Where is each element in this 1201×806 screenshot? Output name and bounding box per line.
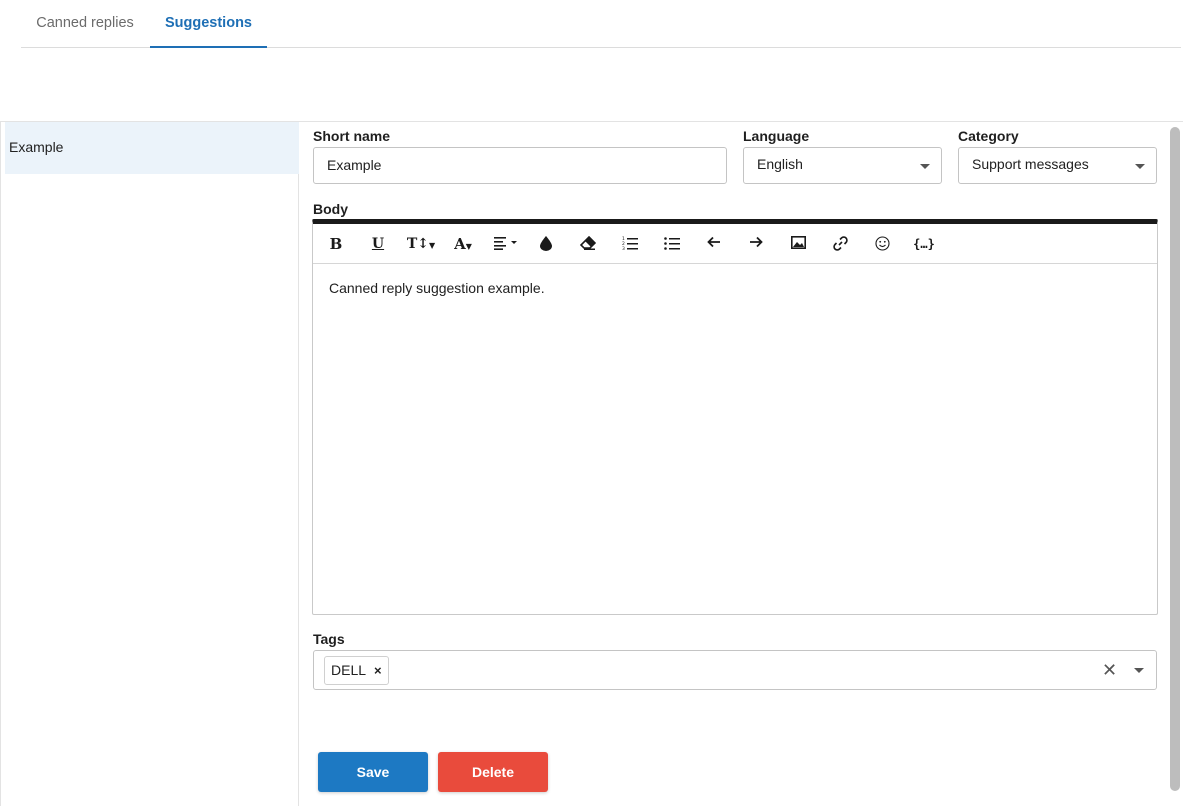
eraser-icon[interactable] — [579, 233, 597, 255]
rich-text-editor[interactable]: B U T↕▼ A▼ 123 {…} Canned reply suggesti… — [312, 219, 1158, 615]
editor-toolbar: B U T↕▼ A▼ 123 {…} — [313, 224, 1157, 264]
tab-bar: Canned replies Suggestions — [21, 0, 1181, 48]
language-value: English — [757, 156, 803, 172]
category-select[interactable]: Support messages — [958, 147, 1157, 184]
tab-canned-replies[interactable]: Canned replies — [21, 0, 149, 47]
tag-chip-label: DELL — [331, 662, 367, 678]
font-size-icon[interactable]: T↕▼ — [406, 233, 436, 255]
language-select[interactable]: English — [743, 147, 942, 184]
link-icon[interactable] — [831, 233, 849, 255]
tags-label: Tags — [313, 631, 345, 647]
language-label: Language — [743, 128, 810, 144]
chevron-down-icon[interactable] — [1134, 668, 1144, 673]
image-icon[interactable] — [789, 233, 807, 255]
bold-icon[interactable]: B — [327, 233, 345, 255]
font-color-icon[interactable]: A▼ — [450, 233, 476, 255]
category-value: Support messages — [972, 156, 1089, 172]
align-icon[interactable] — [493, 233, 521, 255]
remove-tag-icon[interactable]: × — [374, 663, 382, 678]
short-name-label: Short name — [313, 128, 391, 144]
ordered-list-icon[interactable]: 123 — [621, 233, 639, 255]
clear-icon[interactable]: ✕ — [1102, 660, 1117, 681]
svg-text:3: 3 — [622, 246, 625, 250]
delete-button[interactable]: Delete — [438, 752, 548, 792]
save-button[interactable]: Save — [318, 752, 428, 792]
chevron-down-icon — [920, 164, 930, 169]
scrollbar[interactable] — [1170, 127, 1180, 791]
redo-icon[interactable] — [747, 233, 765, 255]
short-name-input[interactable]: Example — [313, 147, 727, 184]
editor-body-text[interactable]: Canned reply suggestion example. — [329, 280, 545, 296]
unordered-list-icon[interactable] — [663, 233, 681, 255]
chevron-down-icon — [1135, 164, 1145, 169]
body-label: Body — [313, 201, 348, 217]
suggestion-list: Example — [1, 122, 299, 806]
tag-chip: DELL × — [324, 656, 389, 685]
list-item[interactable]: Example — [5, 122, 299, 174]
tags-input[interactable]: DELL × ✕ — [313, 650, 1157, 690]
category-label: Category — [958, 128, 1019, 144]
emoji-icon[interactable] — [873, 233, 891, 255]
tab-suggestions[interactable]: Suggestions — [150, 0, 267, 48]
undo-icon[interactable] — [705, 233, 723, 255]
color-fill-icon[interactable] — [538, 233, 554, 255]
underline-icon[interactable]: U — [369, 233, 387, 255]
variable-icon[interactable]: {…} — [909, 233, 939, 255]
